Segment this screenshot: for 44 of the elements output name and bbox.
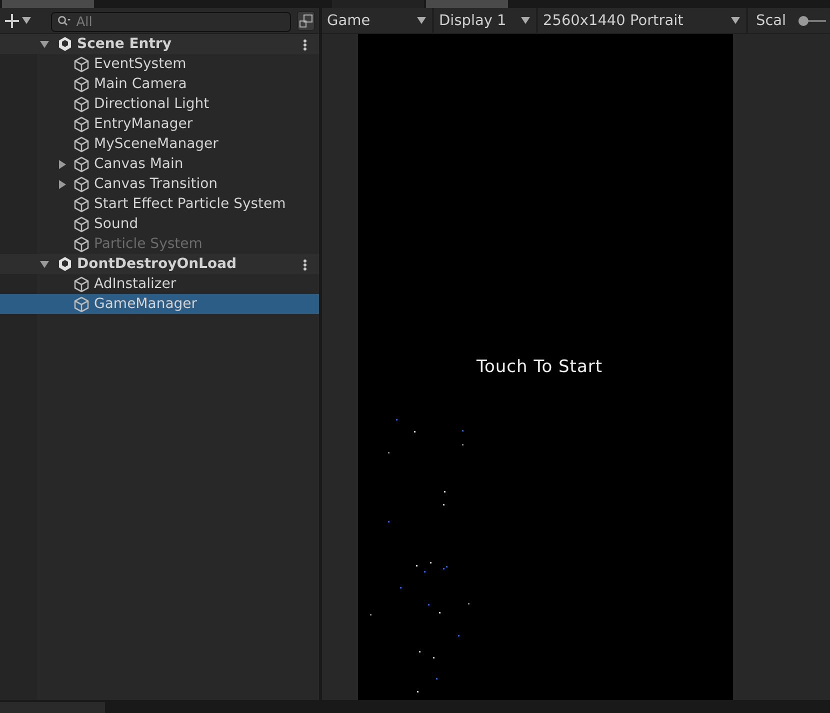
hierarchy-item[interactable]: AdInstalizer — [0, 274, 319, 294]
search-icon — [57, 14, 72, 26]
search-field[interactable]: All — [51, 12, 292, 32]
popout-button[interactable] — [297, 10, 315, 30]
unity-scene-icon — [57, 36, 73, 52]
hierarchy-item[interactable]: Sound — [0, 214, 319, 234]
cube-icon — [73, 76, 90, 92]
cube-icon — [73, 296, 90, 312]
cube-icon — [73, 196, 90, 212]
scene-row[interactable]: Scene Entry — [0, 34, 319, 54]
expand-arrow-icon[interactable] — [40, 260, 49, 268]
hierarchy-item[interactable]: EntryManager — [0, 114, 319, 134]
hierarchy-item[interactable]: Canvas Main — [0, 154, 319, 174]
cube-icon — [73, 156, 90, 172]
hierarchy-item[interactable]: Main Camera — [0, 74, 319, 94]
cube-icon — [73, 276, 90, 292]
cube-icon — [73, 236, 90, 252]
expand-arrow-icon[interactable] — [40, 40, 49, 48]
expand-arrow-icon[interactable] — [58, 180, 67, 188]
hierarchy-item[interactable]: MySceneManager — [0, 134, 319, 154]
scale-label: Scal — [756, 12, 786, 28]
expand-arrow-icon[interactable] — [58, 160, 67, 168]
caret-icon[interactable] — [22, 16, 31, 25]
caret-icon[interactable] — [521, 16, 530, 25]
scale-slider[interactable] — [796, 14, 826, 26]
cube-icon — [73, 136, 90, 152]
cube-icon — [73, 96, 90, 112]
caret-icon[interactable] — [417, 16, 426, 25]
plus-icon — [4, 12, 20, 28]
cube-icon — [73, 216, 90, 232]
hierarchy-item[interactable]: Directional Light — [0, 94, 319, 114]
cube-icon — [73, 116, 90, 132]
more-options-icon[interactable] — [303, 39, 307, 51]
start-prompt: Touch To Start — [476, 357, 603, 377]
hierarchy-item[interactable]: EventSystem — [0, 54, 319, 74]
hierarchy-item[interactable]: GameManager — [0, 294, 319, 314]
scene-row[interactable]: DontDestroyOnLoad — [0, 254, 319, 274]
caret-icon[interactable] — [731, 16, 740, 25]
more-options-icon[interactable] — [303, 259, 307, 271]
hierarchy-item[interactable]: Canvas Transition — [0, 174, 319, 194]
cube-icon — [73, 176, 90, 192]
cube-icon — [73, 56, 90, 72]
hierarchy-item[interactable]: Start Effect Particle System — [0, 194, 319, 214]
unity-scene-icon — [57, 256, 73, 272]
